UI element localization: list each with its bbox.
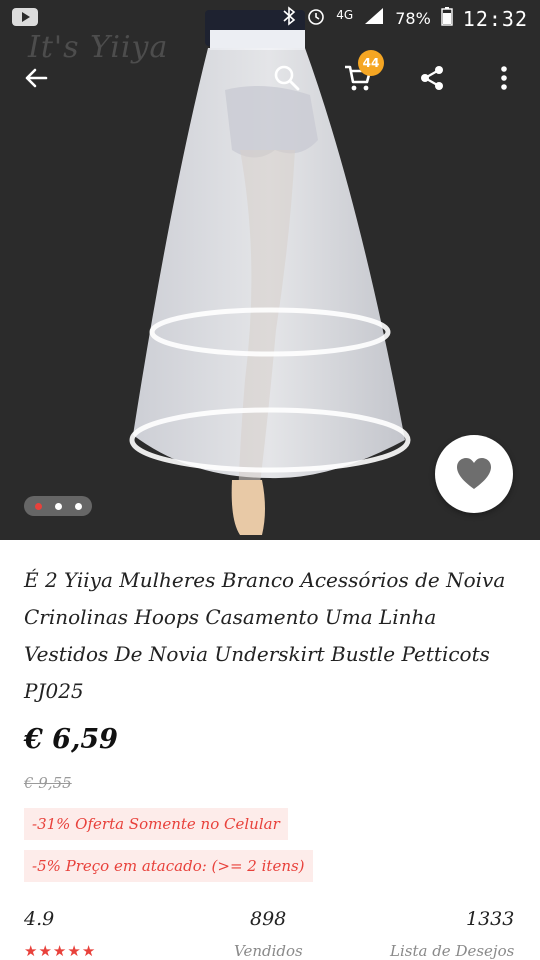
heart-icon bbox=[457, 458, 491, 489]
wishlist-label: Lista de Desejos bbox=[390, 942, 515, 960]
star-icon: ★ bbox=[24, 942, 39, 960]
original-price: € 9,55 bbox=[24, 774, 72, 792]
more-vert-icon bbox=[501, 66, 507, 90]
battery-percent: 78% bbox=[395, 9, 431, 28]
product-title: É 2 Yiiya Mulheres Branco Acessórios de … bbox=[24, 568, 506, 703]
clock: 12:32 bbox=[462, 6, 528, 31]
mobile-discount-tag: -31% Oferta Somente no Celular bbox=[24, 808, 288, 840]
carousel-indicator bbox=[24, 496, 92, 516]
back-arrow-icon bbox=[25, 68, 48, 88]
product-image-carousel[interactable]: It's Yiiya 4G 78% 12:32 44 bbox=[0, 0, 540, 540]
share-icon bbox=[421, 66, 443, 90]
rating-value: 4.9 bbox=[24, 908, 55, 930]
star-icon: ★ bbox=[67, 942, 82, 960]
product-stats: 4.9 ★★★★★ 898 Vendidos 1333 Lista de Des… bbox=[0, 908, 540, 960]
rating-stars: ★★★★★ bbox=[24, 942, 96, 960]
more-options-button[interactable] bbox=[482, 56, 526, 100]
status-bar: 4G 78% 12:32 bbox=[0, 0, 540, 36]
current-price: € 6,59 bbox=[24, 724, 118, 755]
battery-icon bbox=[441, 6, 453, 31]
add-to-wishlist-button[interactable] bbox=[435, 435, 513, 513]
search-icon bbox=[274, 65, 300, 91]
carousel-dot[interactable] bbox=[54, 502, 62, 510]
cart-count-badge: 44 bbox=[358, 50, 384, 76]
signal-icon bbox=[363, 6, 385, 31]
bluetooth-icon bbox=[282, 6, 296, 31]
alarm-icon bbox=[306, 6, 326, 31]
sold-count: 898 bbox=[250, 908, 287, 930]
wishlist-count: 1333 bbox=[466, 908, 515, 930]
star-icon: ★ bbox=[81, 942, 97, 960]
top-toolbar bbox=[0, 48, 540, 108]
wholesale-discount-tag: -5% Preço em atacado: (>= 2 itens) bbox=[24, 850, 313, 882]
sold-label: Vendidos bbox=[234, 942, 303, 960]
search-button[interactable] bbox=[265, 56, 309, 100]
share-button[interactable] bbox=[410, 56, 454, 100]
star-icon: ★ bbox=[52, 942, 68, 960]
carousel-dot[interactable] bbox=[74, 502, 82, 510]
star-icon: ★ bbox=[38, 942, 53, 960]
back-button[interactable] bbox=[14, 56, 58, 100]
carousel-dot-active[interactable] bbox=[34, 502, 42, 510]
youtube-notification-icon bbox=[12, 8, 38, 31]
network-type: 4G bbox=[336, 7, 354, 22]
